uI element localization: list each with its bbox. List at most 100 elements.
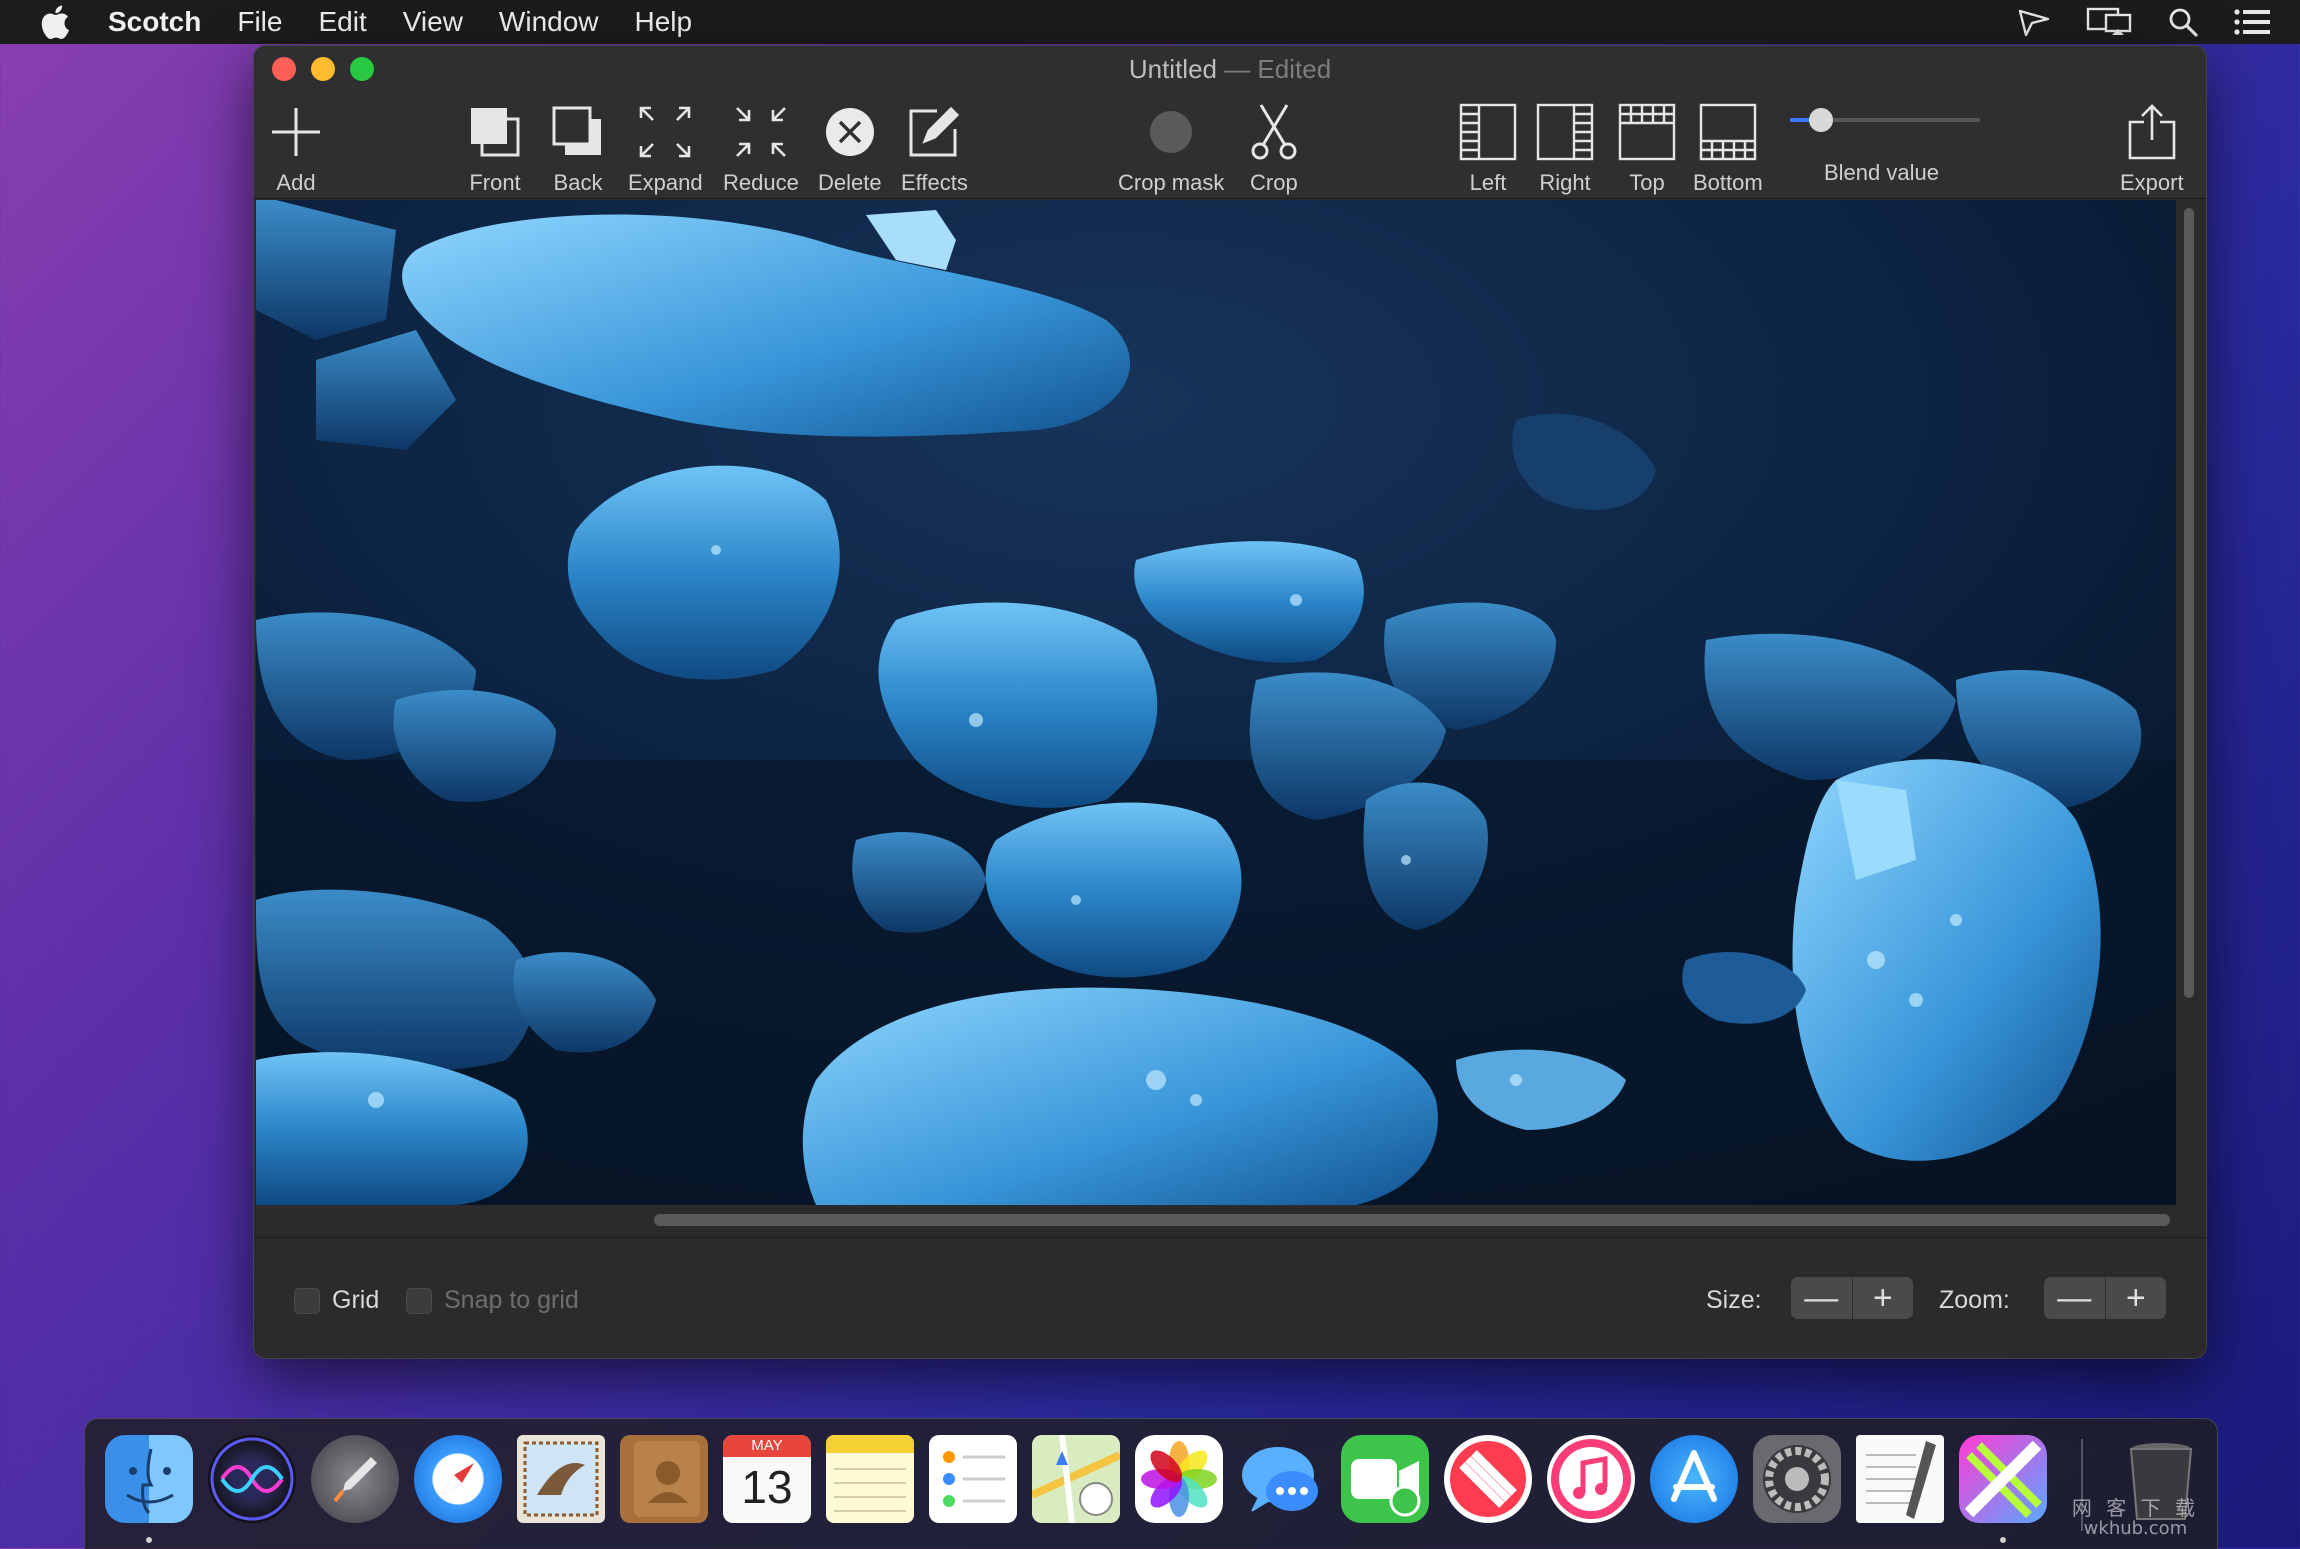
horizontal-scrollbar[interactable] (654, 1214, 2170, 1226)
snap-to-grid-checkbox[interactable]: Snap to grid (406, 1286, 579, 1315)
send-back-button[interactable]: Back (551, 100, 605, 196)
notes-icon[interactable] (826, 1435, 914, 1523)
scotch-app-icon[interactable] (1959, 1435, 2047, 1523)
apple-menu-icon[interactable] (40, 5, 74, 39)
scotch-running-dot (2000, 1537, 2006, 1543)
dock: MAY 13 网 客 下 载 wkhub.com (84, 1418, 2218, 1549)
launchpad-icon[interactable] (311, 1435, 399, 1523)
notification-center-icon[interactable] (2234, 9, 2270, 35)
expand-arrows-icon (637, 100, 693, 164)
layout-bottom-button[interactable]: Bottom (1693, 100, 1763, 196)
back-label: Back (553, 170, 603, 195)
zoom-label: Zoom: (1939, 1286, 2010, 1314)
share-export-icon (2126, 100, 2178, 164)
snap-label: Snap to grid (444, 1286, 579, 1314)
edit-pencil-icon (907, 100, 961, 164)
crop-mask-circle-icon (1148, 100, 1194, 164)
size-increase-button[interactable]: + (1853, 1277, 1914, 1319)
right-label: Right (1539, 170, 1591, 195)
zoom-in-button[interactable]: + (2106, 1277, 2167, 1319)
canvas-image[interactable] (256, 200, 2176, 1205)
zoom-out-button[interactable]: — (2044, 1277, 2105, 1319)
layout-left-icon (1459, 100, 1517, 164)
size-stepper[interactable]: — + (1791, 1277, 1913, 1319)
mail-icon[interactable] (517, 1435, 605, 1523)
textedit-icon[interactable] (1856, 1435, 1944, 1523)
window-title: Untitled — Edited (254, 54, 2206, 85)
watermark-line1: 网 客 下 载 (2071, 1496, 2199, 1521)
send-back-icon (551, 100, 605, 164)
blend-value-label: Blend value (1824, 160, 1939, 185)
delete-x-circle-icon (824, 100, 876, 164)
safari-icon[interactable] (414, 1435, 502, 1523)
grid-label: Grid (332, 1286, 380, 1314)
left-label: Left (1469, 170, 1507, 195)
zoom-stepper[interactable]: — + (2044, 1277, 2166, 1319)
calendar-icon[interactable]: MAY 13 (723, 1435, 811, 1523)
menu-app-name[interactable]: Scotch (108, 6, 201, 38)
layout-left-button[interactable]: Left (1459, 100, 1517, 196)
edited-status: — Edited (1216, 54, 1332, 84)
finder-running-dot (146, 1537, 152, 1543)
blend-value-slider[interactable] (1790, 108, 1980, 132)
export-label: Export (2120, 170, 2184, 195)
blend-slider-knob[interactable] (1809, 108, 1833, 132)
music-icon[interactable] (1547, 1435, 1635, 1523)
grid-checkbox-box[interactable] (294, 1287, 320, 1314)
menu-file[interactable]: File (237, 6, 282, 38)
spotlight-search-icon[interactable] (2168, 7, 2198, 37)
reduce-arrows-icon (733, 100, 789, 164)
contacts-icon[interactable] (620, 1435, 708, 1523)
scissors-icon (1251, 100, 1297, 164)
ice-photo (256, 200, 2176, 1205)
scotch-window: Untitled — Edited Add Front Back Expand … (254, 46, 2206, 1358)
layout-right-icon (1536, 100, 1594, 164)
news-icon[interactable] (1444, 1435, 1532, 1523)
menu-window[interactable]: Window (499, 6, 599, 38)
crop-button[interactable]: Crop (1250, 100, 1298, 196)
messages-icon[interactable] (1238, 1435, 1326, 1523)
app-store-icon[interactable] (1650, 1435, 1738, 1523)
finder-icon[interactable] (105, 1435, 193, 1523)
effects-button[interactable]: Effects (901, 100, 968, 196)
layout-top-button[interactable]: Top (1618, 100, 1676, 196)
size-decrease-button[interactable]: — (1791, 1277, 1852, 1319)
document-name: Untitled (1128, 54, 1217, 84)
vertical-scrollbar[interactable] (2184, 208, 2194, 998)
watermark-line2: wkhub.com (2083, 1518, 2188, 1540)
snap-checkbox-box[interactable] (406, 1287, 432, 1314)
front-label: Front (469, 170, 521, 195)
size-label: Size: (1706, 1286, 1762, 1314)
expand-button[interactable]: Expand (628, 100, 703, 196)
system-preferences-icon[interactable] (1753, 1435, 1841, 1523)
bring-front-button[interactable]: Front (468, 100, 522, 196)
grid-checkbox[interactable]: Grid (294, 1286, 379, 1315)
calendar-day: 13 (741, 1461, 793, 1513)
menu-bar: Scotch File Edit View Window Help (0, 0, 2300, 44)
reduce-button[interactable]: Reduce (723, 100, 799, 196)
effects-label: Effects (901, 170, 968, 195)
siri-icon[interactable] (208, 1435, 296, 1523)
airplay-display-icon[interactable] (2086, 7, 2132, 37)
reminders-icon[interactable] (929, 1435, 1017, 1523)
menu-edit[interactable]: Edit (318, 6, 366, 38)
layout-bottom-icon (1699, 100, 1757, 164)
menu-help[interactable]: Help (635, 6, 693, 38)
export-button[interactable]: Export (2120, 100, 2184, 196)
bottom-label: Bottom (1693, 170, 1763, 195)
menu-view[interactable]: View (403, 6, 463, 38)
add-button[interactable]: Add (270, 100, 322, 196)
crop-label: Crop (1250, 170, 1298, 195)
crop-mask-button[interactable]: Crop mask (1118, 100, 1224, 196)
scotch-status-icon[interactable] (2018, 7, 2050, 37)
window-toolbar: Untitled — Edited Add Front Back Expand … (254, 46, 2206, 199)
layout-top-icon (1618, 100, 1676, 164)
layout-right-button[interactable]: Right (1536, 100, 1594, 196)
add-label: Add (276, 170, 316, 195)
expand-label: Expand (628, 170, 703, 195)
photos-icon[interactable] (1135, 1435, 1223, 1523)
calendar-month: MAY (723, 1435, 811, 1457)
delete-button[interactable]: Delete (818, 100, 882, 196)
facetime-icon[interactable] (1341, 1435, 1429, 1523)
maps-icon[interactable] (1032, 1435, 1120, 1523)
